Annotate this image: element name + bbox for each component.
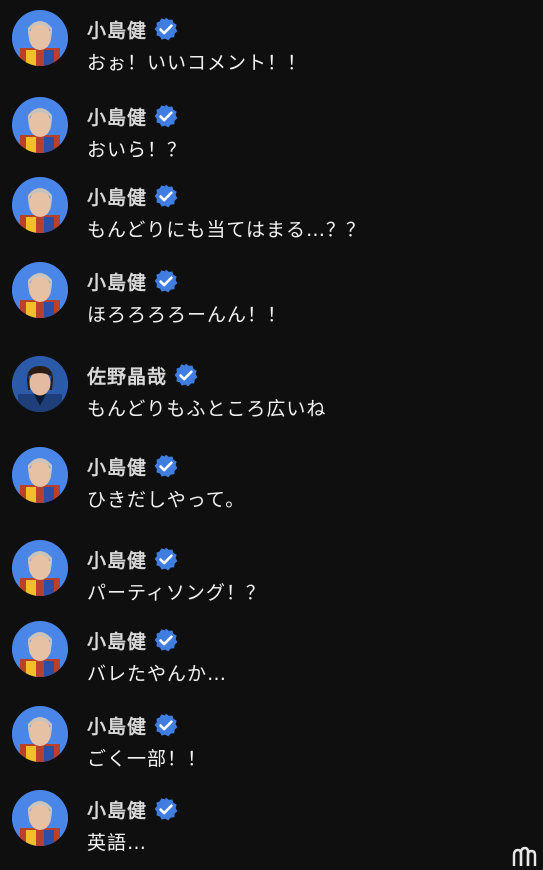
- verified-badge-icon: [154, 184, 178, 208]
- avatar[interactable]: [12, 10, 68, 66]
- avatar[interactable]: [12, 540, 68, 596]
- verified-badge-icon: [154, 713, 178, 737]
- avatar[interactable]: [12, 262, 68, 318]
- comment-text: ごく一部！！: [87, 748, 208, 770]
- verified-badge-icon: [154, 797, 178, 821]
- comment-text: バレたやんか…: [87, 663, 228, 685]
- comment-item: 小島健 ほろろろろーんん！！: [0, 262, 543, 332]
- comment-author[interactable]: 小島健: [87, 796, 147, 823]
- comment-item: 小島健 ひきだしやって。: [0, 447, 543, 517]
- verified-badge-icon: [154, 104, 178, 128]
- comment-author[interactable]: 小島健: [87, 627, 147, 654]
- comment-item: 小島健 おぉ！いいコメント！！: [0, 10, 543, 80]
- comment-item: 小島健 もんどりにも当てはまる…？？: [0, 177, 543, 247]
- comment-text: ほろろろろーんん！！: [87, 304, 288, 326]
- comment-text: もんどりもふところ広いね: [87, 398, 327, 420]
- avatar[interactable]: [12, 356, 68, 412]
- avatar[interactable]: [12, 97, 68, 153]
- verified-badge-icon: [154, 269, 178, 293]
- comment-item: 小島健 パーティソング！？: [0, 540, 543, 610]
- verified-badge-icon: [174, 363, 198, 387]
- comment-author[interactable]: 佐野晶哉: [87, 362, 167, 389]
- avatar[interactable]: [12, 790, 68, 846]
- comment-text: おいら！？: [87, 139, 188, 161]
- comment-author[interactable]: 小島健: [87, 546, 147, 573]
- comment-author[interactable]: 小島健: [87, 712, 147, 739]
- avatar[interactable]: [12, 706, 68, 762]
- comment-text: パーティソング！？: [87, 582, 266, 604]
- comment-text: おぉ！いいコメント！！: [87, 52, 308, 74]
- comment-author[interactable]: 小島健: [87, 183, 147, 210]
- comment-item: 小島健 英語…: [0, 790, 543, 860]
- comment-text: 英語…: [87, 832, 148, 854]
- watermark-logo-icon: [512, 846, 537, 866]
- verified-badge-icon: [154, 454, 178, 478]
- verified-badge-icon: [154, 628, 178, 652]
- avatar[interactable]: [12, 621, 68, 677]
- comment-item: 小島健 おいら！？: [0, 97, 543, 167]
- comment-author[interactable]: 小島健: [87, 16, 147, 43]
- comment-text: もんどりにも当てはまる…？？: [87, 219, 367, 241]
- verified-badge-icon: [154, 17, 178, 41]
- comment-item: 小島健 ごく一部！！: [0, 706, 543, 776]
- comment-author[interactable]: 小島健: [87, 103, 147, 130]
- verified-badge-icon: [154, 547, 178, 571]
- avatar[interactable]: [12, 177, 68, 233]
- avatar[interactable]: [12, 447, 68, 503]
- comment-author[interactable]: 小島健: [87, 268, 147, 295]
- comment-item: 小島健 バレたやんか…: [0, 621, 543, 691]
- comment-author[interactable]: 小島健: [87, 453, 147, 480]
- comment-item: 佐野晶哉 もんどりもふところ広いね: [0, 356, 543, 426]
- comment-text: ひきだしやって。: [87, 489, 246, 511]
